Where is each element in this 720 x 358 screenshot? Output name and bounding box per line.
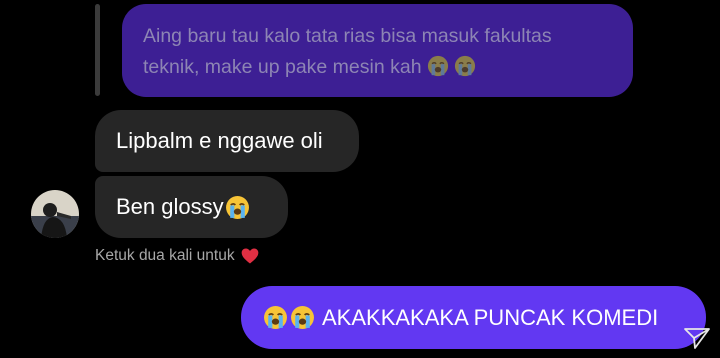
incoming-message-text: Lipbalm e nggawe oli <box>116 128 323 153</box>
outgoing-message-text: AKAKKAKAKA PUNCAK KOMEDI <box>322 304 659 330</box>
loudly-crying-face-icon <box>427 55 449 76</box>
hint-text: Ketuk dua kali untuk <box>95 247 235 264</box>
send-icon[interactable] <box>683 326 711 350</box>
double-tap-like-hint: Ketuk dua kali untuk <box>95 246 260 266</box>
avatar-photo <box>31 190 79 238</box>
sender-avatar[interactable] <box>31 190 79 238</box>
replied-message-text: Aing baru tau kalo tata rias bisa masuk … <box>143 25 552 78</box>
loudly-crying-face-icon <box>455 55 476 76</box>
incoming-message-bubble[interactable]: Lipbalm e nggawe oli <box>95 110 359 172</box>
reply-indicator-bar <box>95 4 100 96</box>
loudly-crying-face-icon <box>291 306 314 329</box>
incoming-message-text: Ben glossy <box>116 194 224 219</box>
loudly-crying-face-icon <box>264 306 287 329</box>
loudly-crying-face-icon <box>225 195 249 219</box>
heart-icon <box>241 248 258 264</box>
outgoing-message-bubble[interactable]: AKAKKAKAKA PUNCAK KOMEDI <box>241 286 706 349</box>
replied-message-bubble[interactable]: Aing baru tau kalo tata rias bisa masuk … <box>122 4 633 97</box>
incoming-message-bubble[interactable]: Ben glossy <box>95 176 288 238</box>
